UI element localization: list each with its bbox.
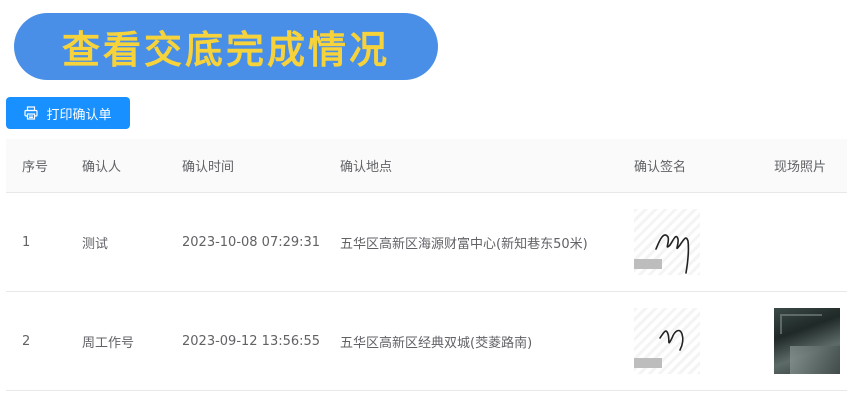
signature-watermark [634, 358, 662, 368]
column-header-index[interactable]: 序号 [22, 139, 48, 192]
print-confirmation-button[interactable]: 打印确认单 [6, 97, 130, 129]
confirmation-table: 序号 确认人 确认时间 确认地点 确认签名 现场照片 1 测试 2023-10-… [6, 139, 847, 391]
site-photo-thumbnail[interactable] [774, 308, 840, 374]
column-header-signature[interactable]: 确认签名 [634, 139, 686, 192]
signature-image[interactable] [634, 308, 700, 374]
row-index: 1 [22, 234, 31, 250]
table-header: 序号 确认人 确认时间 确认地点 确认签名 现场照片 [6, 139, 847, 193]
print-button-label: 打印确认单 [46, 107, 112, 123]
signature-cell [634, 193, 700, 291]
signature-cell [634, 292, 700, 390]
title-banner: 查看交底完成情况 [14, 13, 438, 80]
column-header-time[interactable]: 确认时间 [182, 139, 234, 192]
column-header-confirmer[interactable]: 确认人 [82, 139, 121, 192]
photo-cell [774, 292, 840, 390]
signature-watermark [634, 259, 662, 269]
row-location: 五华区高新区海源财富中心(新知巷东50米) [340, 236, 588, 252]
row-location: 五华区高新区经典双城(茭菱路南) [340, 335, 533, 351]
page-title: 查看交底完成情况 [61, 28, 390, 72]
page: 查看交底完成情况 打印确认单 序号 确认人 确认时间 确认地点 确认签名 现场照… [0, 0, 847, 400]
table-row: 1 测试 2023-10-08 07:29:31 五华区高新区海源财富中心(新知… [6, 193, 847, 292]
column-header-location[interactable]: 确认地点 [340, 139, 392, 192]
table-row: 2 周工作号 2023-09-12 13:56:55 五华区高新区经典双城(茭菱… [6, 292, 847, 391]
signature-image[interactable] [634, 209, 700, 275]
row-index: 2 [22, 333, 31, 349]
printer-icon [24, 106, 39, 120]
row-time: 2023-09-12 13:56:55 [182, 333, 321, 349]
row-time: 2023-10-08 07:29:31 [182, 234, 321, 250]
column-header-photo[interactable]: 现场照片 [774, 139, 826, 192]
row-confirmer: 周工作号 [82, 335, 135, 351]
row-confirmer: 测试 [82, 236, 109, 252]
